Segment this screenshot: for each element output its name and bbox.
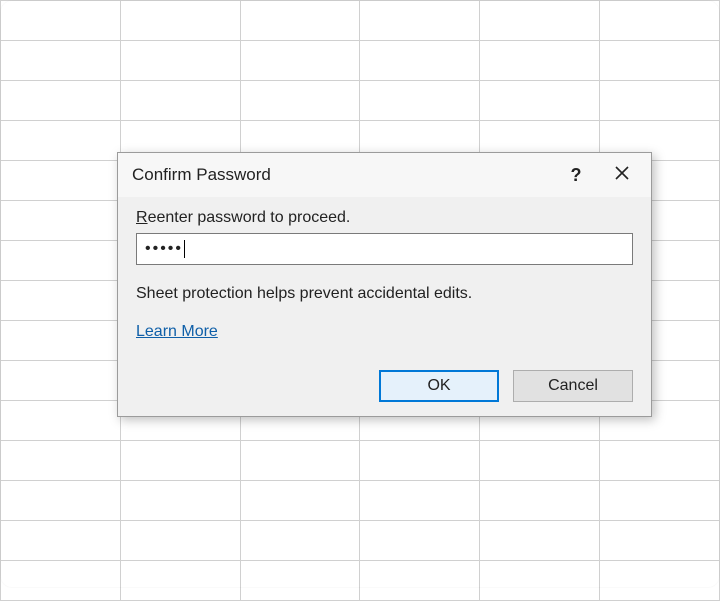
learn-more-link[interactable]: Learn More	[136, 323, 218, 340]
help-button[interactable]: ?	[553, 157, 599, 193]
ok-button[interactable]: OK	[379, 370, 499, 402]
cancel-button-label: Cancel	[548, 377, 598, 395]
dialog-title: Confirm Password	[132, 165, 553, 185]
confirm-password-dialog: Confirm Password ? Reenter password to p…	[117, 152, 652, 417]
reenter-label: Reenter password to proceed.	[136, 209, 633, 227]
reenter-mnemonic: R	[136, 209, 148, 226]
close-button[interactable]	[599, 157, 645, 193]
dialog-buttons: OK Cancel	[379, 370, 633, 402]
reenter-label-rest: eenter password to proceed.	[148, 209, 351, 226]
dialog-titlebar[interactable]: Confirm Password ?	[118, 153, 651, 197]
help-icon: ?	[571, 165, 582, 186]
password-input[interactable]: •••••	[136, 233, 633, 265]
password-field-wrap: •••••	[136, 233, 633, 265]
cancel-button[interactable]: Cancel	[513, 370, 633, 402]
ok-button-label: OK	[427, 377, 450, 395]
text-caret	[184, 240, 185, 258]
close-icon	[614, 165, 630, 186]
dialog-body: Reenter password to proceed. ••••• Sheet…	[118, 197, 651, 355]
caution-text: Sheet protection helps prevent accidenta…	[136, 283, 633, 305]
password-mask: •••••	[145, 241, 183, 257]
learn-more-wrap: Learn More	[136, 323, 633, 341]
